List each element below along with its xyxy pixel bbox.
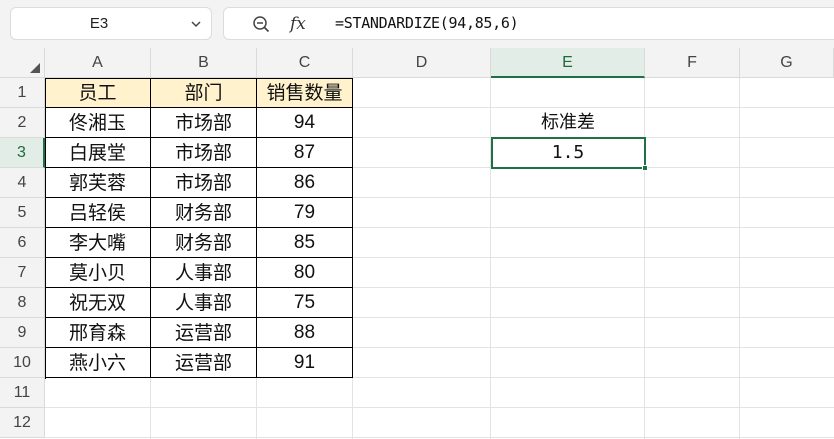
table-cell[interactable]: 燕小六 <box>45 348 151 378</box>
name-box-value: E3 <box>89 15 109 32</box>
table-cell[interactable]: 79 <box>257 198 353 228</box>
stddev-label-cell[interactable]: 标准差 <box>491 108 645 138</box>
column-header-g[interactable]: G <box>740 48 834 78</box>
table-cell[interactable]: 财务部 <box>151 228 257 258</box>
table-cell[interactable]: 85 <box>257 228 353 258</box>
row-header-9[interactable]: 9 <box>0 318 45 348</box>
table-cell[interactable]: 人事部 <box>151 258 257 288</box>
column-header-d[interactable]: D <box>353 48 491 78</box>
table-cell[interactable]: 市场部 <box>151 138 257 168</box>
table-header-cell[interactable]: 员工 <box>45 78 151 108</box>
row-header-8[interactable]: 8 <box>0 288 45 318</box>
row-header-10[interactable]: 10 <box>0 348 45 378</box>
table-cell[interactable]: 郭芙蓉 <box>45 168 151 198</box>
row-header-5[interactable]: 5 <box>0 198 45 228</box>
table-cell[interactable]: 运营部 <box>151 318 257 348</box>
zoom-formula-icon[interactable] <box>252 15 270 33</box>
table-cell[interactable]: 87 <box>257 138 353 168</box>
table-cell[interactable]: 94 <box>257 108 353 138</box>
gridline <box>45 407 834 408</box>
fill-handle[interactable] <box>642 165 648 171</box>
table-cell[interactable]: 吕轻侯 <box>45 198 151 228</box>
table-cell[interactable]: 李大嘴 <box>45 228 151 258</box>
row-header-2[interactable]: 2 <box>0 108 45 138</box>
formula-bar-area: E3 fx =STANDARDIZE(94,85,6) <box>0 0 834 48</box>
table-cell[interactable]: 祝无双 <box>45 288 151 318</box>
formula-text[interactable]: =STANDARDIZE(94,85,6) <box>335 8 519 39</box>
row-header-3[interactable]: 3 <box>0 138 45 168</box>
gridline <box>739 78 740 439</box>
table-cell[interactable]: 人事部 <box>151 288 257 318</box>
table-cell[interactable]: 财务部 <box>151 198 257 228</box>
name-box[interactable]: E3 <box>10 7 212 40</box>
table-cell[interactable]: 邢育森 <box>45 318 151 348</box>
row-header-4[interactable]: 4 <box>0 168 45 198</box>
table-border-left <box>45 78 46 379</box>
gridline <box>45 437 834 438</box>
spreadsheet-grid[interactable]: ABCDEFG 1 2 3 4 5 6 7 8 9 10 11 12 员工 部门 销售数量 佟湘玉 市场部 94… <box>0 48 834 439</box>
table-cell[interactable]: 86 <box>257 168 353 198</box>
table-cell[interactable]: 市场部 <box>151 168 257 198</box>
row-header-1[interactable]: 1 <box>0 78 45 108</box>
column-header-e[interactable]: E <box>491 48 645 78</box>
table-cell[interactable]: 80 <box>257 258 353 288</box>
fx-icon[interactable]: fx <box>290 11 306 37</box>
column-header-b[interactable]: B <box>151 48 257 78</box>
row-header-12[interactable]: 12 <box>0 408 45 438</box>
active-cell-selection <box>491 137 646 169</box>
table-cell[interactable]: 市场部 <box>151 108 257 138</box>
table-cell[interactable]: 运营部 <box>151 348 257 378</box>
table-cell[interactable]: 佟湘玉 <box>45 108 151 138</box>
table-cell[interactable]: 91 <box>257 348 353 378</box>
select-all-icon <box>30 63 40 73</box>
row-header-7[interactable]: 7 <box>0 258 45 288</box>
table-cell[interactable]: 75 <box>257 288 353 318</box>
formula-input[interactable]: fx =STANDARDIZE(94,85,6) <box>223 7 834 40</box>
column-header-f[interactable]: F <box>645 48 740 78</box>
table-cell[interactable]: 莫小贝 <box>45 258 151 288</box>
table-border-top <box>45 78 353 79</box>
chevron-down-icon[interactable] <box>189 17 203 31</box>
table-cell[interactable]: 88 <box>257 318 353 348</box>
table-header-cell[interactable]: 销售数量 <box>257 78 353 108</box>
table-cell[interactable]: 白展堂 <box>45 138 151 168</box>
select-all-corner[interactable] <box>0 48 45 78</box>
row-header-11[interactable]: 11 <box>0 378 45 408</box>
column-header-c[interactable]: C <box>257 48 353 78</box>
column-header-a[interactable]: A <box>45 48 151 78</box>
table-header-cell[interactable]: 部门 <box>151 78 257 108</box>
row-header-6[interactable]: 6 <box>0 228 45 258</box>
